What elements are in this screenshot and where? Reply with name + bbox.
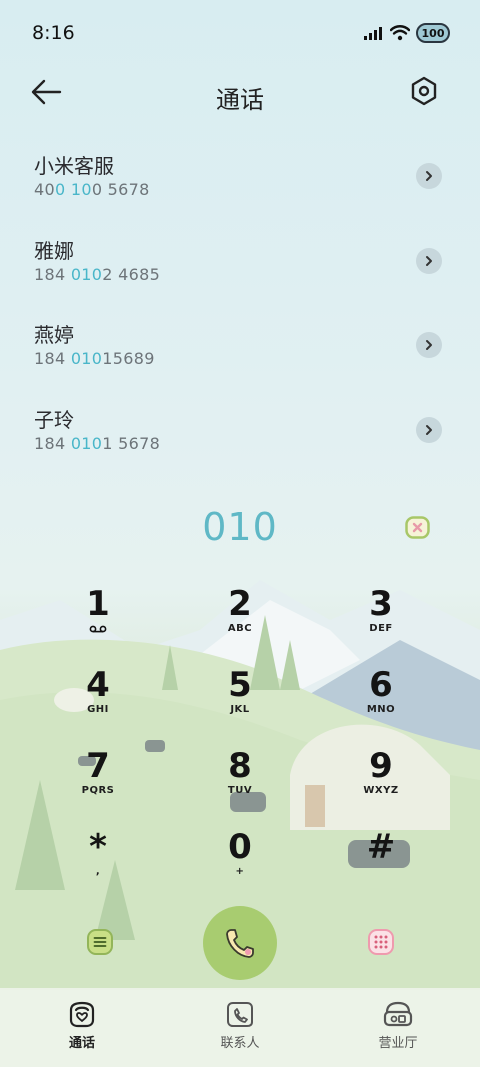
settings-button[interactable] — [410, 76, 450, 116]
key-letters: + — [235, 866, 245, 877]
phone-tab-icon — [69, 1001, 95, 1028]
page-title: 通话 — [216, 86, 264, 114]
chevron-right-icon — [426, 171, 432, 181]
contact-row[interactable]: 小米客服 400 100 5678 — [0, 138, 480, 223]
key-digit: 7 — [86, 746, 110, 786]
store-tab-icon — [383, 1001, 413, 1027]
top-bar: 通话 — [0, 66, 480, 126]
key-digit: 2 — [228, 584, 252, 624]
contacts-tab-icon — [227, 1002, 253, 1027]
key-digit: 4 — [86, 665, 110, 705]
key-digit: * — [89, 827, 107, 867]
key-digit: 5 — [228, 665, 252, 705]
contact-detail-button[interactable] — [416, 163, 442, 189]
key-letters: TUV — [227, 785, 253, 796]
tab-calls[interactable]: 通话 — [32, 1000, 132, 1060]
key-letters: MNO — [366, 704, 396, 715]
status-icons: 100 — [364, 23, 450, 43]
tab-label: 营业厅 — [378, 1036, 418, 1051]
tab-label: 联系人 — [220, 1036, 260, 1051]
key-digit: # — [366, 827, 396, 867]
tab-service-hall[interactable]: 营业厅 — [348, 1000, 448, 1060]
key-letters: GHI — [87, 704, 109, 715]
chevron-right-icon — [426, 255, 432, 266]
key-digit: 3 — [369, 584, 393, 624]
voicemail-icon — [89, 625, 107, 633]
wifi-icon — [390, 25, 410, 41]
contact-row[interactable]: 燕婷 184 01015689 — [0, 307, 480, 392]
bottom-navigation: 通话 联系人 营业厅 — [0, 988, 480, 1067]
tab-contacts[interactable]: 联系人 — [190, 1000, 290, 1060]
contact-name: 雅娜 — [34, 238, 74, 263]
contact-number: 184 01015689 — [34, 349, 155, 368]
key-6[interactable]: 6 MNO — [321, 667, 441, 737]
contact-detail-button[interactable] — [416, 332, 442, 358]
dialer-action-row — [0, 906, 480, 980]
phone-call-icon — [226, 929, 254, 958]
call-button[interactable] — [203, 906, 277, 980]
key-5[interactable]: 5 JKL — [180, 667, 300, 737]
key-8[interactable]: 8 TUV — [180, 748, 300, 818]
key-2[interactable]: 2 ABC — [180, 586, 300, 656]
contact-number: 400 100 5678 — [34, 180, 150, 199]
key-3[interactable]: 3 DEF — [321, 586, 441, 656]
contact-number: 184 0101 5678 — [34, 433, 161, 453]
key-letters: WXYZ — [363, 785, 399, 796]
key-hash[interactable]: # — [321, 829, 441, 899]
tab-label: 通话 — [68, 1036, 95, 1051]
contact-name: 燕婷 — [34, 323, 74, 347]
key-digit: 8 — [228, 746, 252, 786]
backspace-icon — [405, 516, 430, 539]
contact-detail-button[interactable] — [416, 416, 442, 443]
contact-row[interactable]: 子玲 184 0101 5678 — [0, 392, 480, 477]
status-bar: 8:16 100 — [0, 0, 480, 66]
key-9[interactable]: 9 WXYZ — [321, 748, 441, 818]
contact-detail-button[interactable] — [416, 247, 442, 274]
chevron-right-icon — [426, 424, 432, 435]
key-digit: 1 — [86, 584, 110, 624]
hexagon-settings-icon — [411, 76, 437, 106]
contact-name: 小米客服 — [34, 154, 114, 178]
key-1[interactable]: 1 — [38, 586, 158, 656]
key-letters: JKL — [230, 704, 250, 715]
menu-list-icon — [87, 929, 113, 955]
key-4[interactable]: 4 GHI — [38, 667, 158, 737]
contact-row[interactable]: 雅娜 184 0102 4685 — [0, 223, 480, 308]
key-letters: ABC — [227, 623, 253, 634]
hide-keypad-button[interactable] — [367, 928, 395, 956]
keypad-grid-icon — [368, 929, 394, 955]
battery-indicator: 100 — [416, 23, 450, 43]
delete-button[interactable] — [405, 516, 430, 539]
signal-icon — [364, 27, 382, 40]
key-star[interactable]: * , — [38, 829, 158, 899]
contact-number: 184 0102 4685 — [34, 264, 161, 284]
key-0[interactable]: 0 + — [180, 829, 300, 899]
key-7[interactable]: 7 PQRS — [38, 748, 158, 818]
key-letters: , — [95, 866, 101, 877]
key-letters: PQRS — [81, 785, 115, 796]
key-letters: DEF — [369, 623, 393, 634]
key-digit: 0 — [228, 827, 252, 867]
key-digit: 9 — [369, 746, 393, 786]
contact-name: 子玲 — [34, 407, 74, 432]
key-digit: 6 — [369, 665, 393, 705]
contact-suggestions-list: 小米客服 400 100 5678 雅娜 184 0102 4685 燕婷 18… — [0, 138, 480, 476]
chevron-right-icon — [426, 340, 432, 350]
status-time: 8:16 — [32, 22, 75, 44]
menu-button[interactable] — [86, 928, 114, 956]
